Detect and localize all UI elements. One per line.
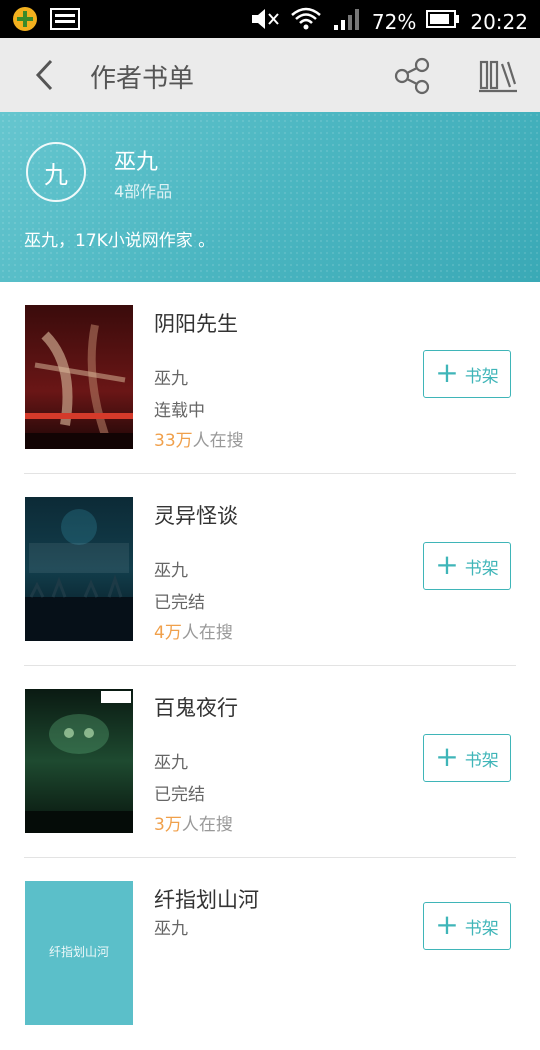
book-search-count: 4万人在搜 bbox=[154, 623, 233, 643]
book-author: 巫九 bbox=[154, 561, 188, 581]
status-bar: 72% 20:22 bbox=[0, 0, 540, 38]
author-works-count: 4部作品 bbox=[114, 182, 173, 201]
author-banner: 九 巫九 4部作品 巫九，17K小说网作家 。 bbox=[0, 112, 540, 282]
clock: 20:22 bbox=[470, 9, 528, 34]
mute-icon bbox=[250, 7, 280, 36]
book-search-count: 3万人在搜 bbox=[154, 815, 233, 835]
author-name: 巫九 bbox=[114, 150, 159, 175]
back-button[interactable] bbox=[26, 56, 62, 94]
book-status: 连载中 bbox=[154, 401, 205, 421]
add-to-shelf-button[interactable]: + 书架 bbox=[423, 734, 511, 782]
author-description: 巫九，17K小说网作家 。 bbox=[24, 231, 216, 251]
signal-icon bbox=[332, 7, 362, 36]
add-to-shelf-label: 书架 bbox=[464, 558, 499, 579]
plus-icon: + bbox=[435, 907, 459, 941]
app-notification-icon bbox=[12, 6, 38, 36]
book-status: 已完结 bbox=[154, 785, 205, 805]
book-list: 阴阳先生 巫九 连载中 33万人在搜 + 书架 灵异怪谈 巫九 已完结 4万人在… bbox=[0, 282, 540, 1050]
book-search-count: 33万人在搜 bbox=[154, 431, 244, 451]
book-cover bbox=[25, 497, 133, 641]
wifi-icon bbox=[290, 6, 322, 37]
bookshelf-icon bbox=[479, 60, 517, 93]
book-item[interactable]: 灵异怪谈 巫九 已完结 4万人在搜 + 书架 bbox=[0, 474, 540, 666]
page-title: 作者书单 bbox=[90, 64, 195, 94]
add-to-shelf-button[interactable]: + 书架 bbox=[423, 350, 511, 398]
plus-icon: + bbox=[435, 547, 459, 581]
add-to-shelf-label: 书架 bbox=[464, 366, 499, 387]
add-to-shelf-label: 书架 bbox=[464, 750, 499, 771]
title-bar: 作者书单 bbox=[0, 38, 540, 112]
book-author: 巫九 bbox=[154, 369, 188, 389]
battery-percent: 72% bbox=[371, 9, 417, 34]
book-author: 巫九 bbox=[154, 753, 188, 773]
plus-icon: + bbox=[435, 739, 459, 773]
book-title[interactable]: 百鬼夜行 bbox=[154, 692, 238, 722]
add-to-shelf-button[interactable]: + 书架 bbox=[423, 902, 511, 950]
book-item[interactable]: 纤指划山河 纤指划山河 巫九 + 书架 bbox=[0, 858, 540, 1050]
book-cover bbox=[25, 689, 133, 833]
book-author: 巫九 bbox=[154, 919, 188, 939]
book-title[interactable]: 阴阳先生 bbox=[154, 308, 238, 338]
add-to-shelf-label: 书架 bbox=[464, 918, 499, 939]
book-cover bbox=[25, 305, 133, 449]
add-to-shelf-button[interactable]: + 书架 bbox=[423, 542, 511, 590]
cover-title-text: 纤指划山河 bbox=[48, 945, 109, 959]
book-item[interactable]: 百鬼夜行 巫九 已完结 3万人在搜 + 书架 bbox=[0, 666, 540, 858]
share-button[interactable] bbox=[392, 56, 432, 96]
share-icon bbox=[394, 57, 430, 95]
keyboard-notification-icon bbox=[50, 8, 80, 34]
book-title[interactable]: 灵异怪谈 bbox=[154, 500, 238, 530]
back-arrow-icon bbox=[35, 59, 53, 91]
avatar: 九 bbox=[26, 142, 86, 202]
battery-icon bbox=[426, 9, 460, 34]
book-cover: 纤指划山河 bbox=[25, 881, 133, 1025]
book-item[interactable]: 阴阳先生 巫九 连载中 33万人在搜 + 书架 bbox=[0, 282, 540, 474]
book-title[interactable]: 纤指划山河 bbox=[154, 884, 259, 914]
plus-icon: + bbox=[435, 355, 459, 389]
bookshelf-button[interactable] bbox=[478, 56, 518, 96]
book-status: 已完结 bbox=[154, 593, 205, 613]
